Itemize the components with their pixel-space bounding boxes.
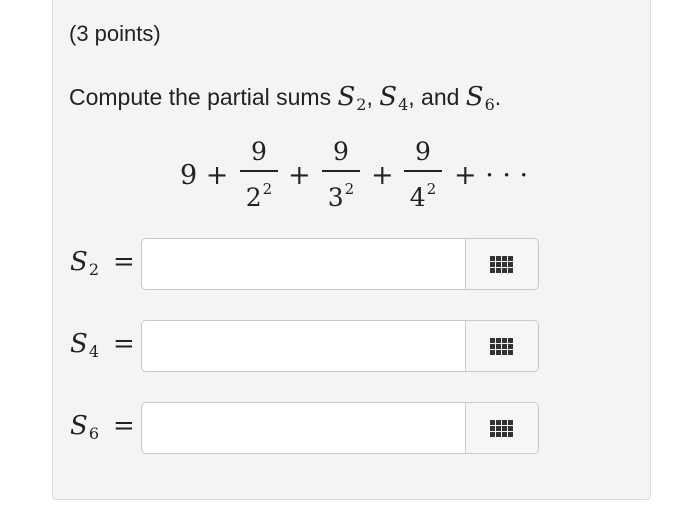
fraction-term-2: 9 32: [318, 136, 364, 213]
keypad-button-s2[interactable]: [465, 239, 538, 289]
answer-label-s4: S4 =: [70, 329, 135, 361]
points-label: (3 points): [69, 21, 161, 46]
plus-sign: +: [371, 160, 394, 191]
answer-field-s6[interactable]: [141, 402, 539, 454]
keypad-grid-icon: [490, 255, 514, 273]
question-prompt: Compute the partial sums S2, S4, and S6.: [69, 82, 501, 114]
fraction-term-3: 9 42: [400, 136, 446, 213]
s6-symbol: S6: [465, 82, 495, 114]
series-first-term: 9 +: [180, 160, 229, 191]
keypad-button-s4[interactable]: [465, 321, 538, 371]
answer-field-s4[interactable]: [141, 320, 539, 372]
separator: , and: [408, 84, 460, 110]
keypad-button-s6[interactable]: [465, 403, 538, 453]
s6-input[interactable]: [142, 403, 465, 453]
s2-input[interactable]: [142, 239, 465, 289]
s4-symbol: S4: [379, 82, 409, 114]
s2-symbol: S2: [337, 82, 367, 114]
answer-label-s6: S6 =: [70, 411, 135, 443]
period: .: [494, 84, 502, 110]
separator: ,: [366, 84, 373, 110]
prompt-text: Compute the partial sums: [69, 84, 332, 110]
answer-field-s2[interactable]: [141, 238, 539, 290]
keypad-grid-icon: [490, 419, 514, 437]
answer-label-s2: S2 =: [70, 247, 135, 279]
plus-sign: +: [288, 160, 311, 191]
keypad-grid-icon: [490, 337, 514, 355]
series-tail: + · · ·: [454, 160, 529, 191]
s4-input[interactable]: [142, 321, 465, 371]
fraction-term-1: 9 22: [236, 136, 282, 213]
